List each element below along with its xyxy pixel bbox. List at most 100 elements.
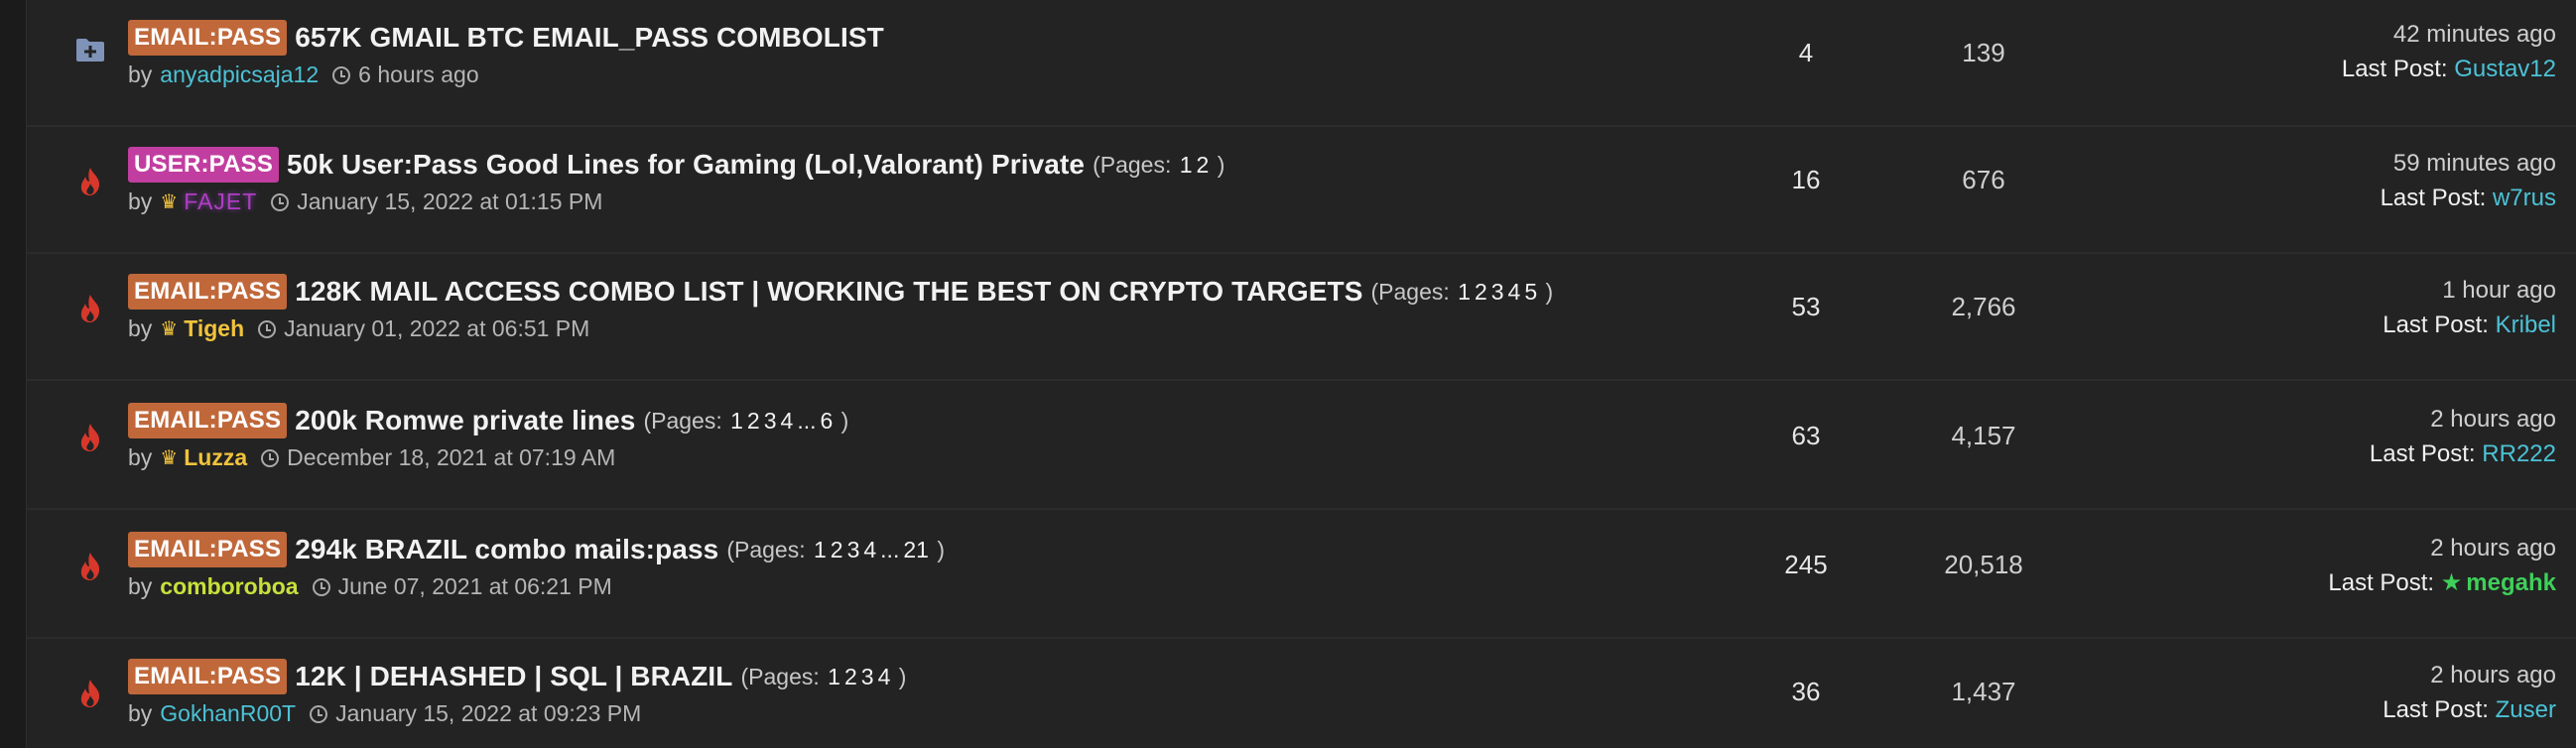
page-link[interactable]: 4 <box>878 664 891 689</box>
last-post-time[interactable]: 2 hours ago <box>2370 403 2556 436</box>
last-post-label: Last Post: <box>2369 440 2476 467</box>
crown-icon: ♛ <box>160 447 179 469</box>
thread-row[interactable]: EMAIL:PASS 657K GMAIL BTC EMAIL_PASS COM… <box>26 0 2576 127</box>
page-link[interactable]: 4 <box>863 537 876 562</box>
page-link[interactable]: 2 <box>831 537 843 562</box>
pages-label: (Pages: <box>1370 278 1450 305</box>
by-label: by <box>128 444 153 470</box>
crown-icon: ♛ <box>160 191 179 213</box>
thread-title-link[interactable]: 657K GMAIL BTC EMAIL_PASS COMBOLIST <box>295 22 884 54</box>
page-link[interactable]: 2 <box>1475 279 1487 305</box>
page-link[interactable]: 3 <box>847 537 860 562</box>
author-link[interactable]: GokhanR00T <box>160 700 296 727</box>
author-link[interactable]: comboroboa <box>160 573 298 600</box>
last-post-user-link[interactable]: Kribel <box>2496 312 2556 338</box>
last-post-label: Last Post: <box>2328 569 2435 596</box>
fire-icon <box>48 423 133 452</box>
replies-count: 245 <box>1784 550 1828 579</box>
replies-count: 53 <box>1791 292 1821 321</box>
pages-label: (Pages: <box>740 663 820 689</box>
author-link[interactable]: FAJET <box>184 188 257 215</box>
last-post-time[interactable]: 2 hours ago <box>2383 659 2556 692</box>
thread-title-link[interactable]: 294k BRAZIL combo mails:pass <box>295 534 718 565</box>
thread-date: January 15, 2022 at 09:23 PM <box>335 700 642 726</box>
page-link[interactable]: 4 <box>781 408 794 434</box>
thread-row[interactable]: USER:PASS 50k User:Pass Good Lines for G… <box>26 127 2576 254</box>
pages-label: (Pages: <box>1093 151 1172 178</box>
page-link[interactable]: 1 <box>828 664 840 689</box>
author-link[interactable]: anyadpicsaja12 <box>160 62 319 88</box>
thread-row[interactable]: EMAIL:PASS 12K | DEHASHED | SQL | BRAZIL… <box>26 639 2576 748</box>
folder-plus-icon <box>48 37 133 62</box>
pagination: (Pages: 1234 ) <box>741 664 907 690</box>
clock-icon <box>261 448 280 467</box>
last-post-user-link[interactable]: Zuser <box>2496 696 2556 723</box>
page-link[interactable]: 1 <box>1180 152 1193 178</box>
fire-icon <box>48 679 133 708</box>
page-link[interactable]: 3 <box>1491 279 1504 305</box>
thread-list: EMAIL:PASS 657K GMAIL BTC EMAIL_PASS COM… <box>0 0 2576 748</box>
left-rail <box>0 0 27 748</box>
pages-close: ) <box>898 663 907 689</box>
replies-count: 4 <box>1798 38 1814 67</box>
last-post-time[interactable]: 59 minutes ago <box>2381 147 2556 181</box>
pages-label: (Pages: <box>643 407 722 434</box>
author-link[interactable]: Tigeh <box>184 315 244 342</box>
last-post-time[interactable]: 1 hour ago <box>2383 274 2556 308</box>
page-link[interactable]: 1 <box>814 537 827 562</box>
last-post-user-link[interactable]: w7rus <box>2493 185 2556 211</box>
clock-icon <box>271 192 290 211</box>
page-link[interactable]: 4 <box>1508 279 1521 305</box>
thread-title-link[interactable]: 128K MAIL ACCESS COMBO LIST | WORKING TH… <box>295 276 1362 308</box>
page-link[interactable]: 21 <box>903 537 929 562</box>
thread-title-link[interactable]: 200k Romwe private lines <box>295 405 635 436</box>
last-post-time[interactable]: 42 minutes ago <box>2342 18 2556 52</box>
thread-prefix-badge[interactable]: EMAIL:PASS <box>128 659 288 694</box>
thread-prefix-badge[interactable]: EMAIL:PASS <box>128 532 288 567</box>
page-link[interactable]: 2 <box>1197 152 1210 178</box>
views-count: 1,437 <box>1951 677 2016 706</box>
crown-icon: ♛ <box>160 318 179 340</box>
clock-icon <box>258 319 277 338</box>
thread-row[interactable]: EMAIL:PASS 200k Romwe private lines (Pag… <box>26 383 2576 510</box>
pages-close: ) <box>1217 151 1225 178</box>
pages-close: ) <box>840 407 849 434</box>
clock-icon <box>312 577 330 596</box>
page-link[interactable]: 1 <box>1458 279 1471 305</box>
thread-row[interactable]: EMAIL:PASS 294k BRAZIL combo mails:pass … <box>26 512 2576 639</box>
pagination: (Pages: 12345 ) <box>1370 279 1553 306</box>
page-link[interactable]: 2 <box>844 664 857 689</box>
thread-prefix-badge[interactable]: EMAIL:PASS <box>128 403 288 438</box>
pages-close: ) <box>937 536 945 562</box>
page-link[interactable]: 3 <box>764 408 777 434</box>
thread-title-link[interactable]: 12K | DEHASHED | SQL | BRAZIL <box>295 661 732 692</box>
page-link[interactable]: 5 <box>1524 279 1537 305</box>
last-post-info: 2 hours ago Last Post: RR222 <box>2370 403 2556 472</box>
by-label: by <box>128 188 153 214</box>
last-post-user-link[interactable]: Gustav12 <box>2454 56 2556 82</box>
pagination: (Pages: 1 2 3 4... 6 ) <box>643 408 848 435</box>
pages-label: (Pages: <box>726 536 806 562</box>
thread-date: January 15, 2022 at 01:15 PM <box>297 188 603 214</box>
author-link[interactable]: Luzza <box>184 444 247 471</box>
last-post-label: Last Post: <box>2341 56 2448 82</box>
page-ellipsis: ... <box>797 407 817 434</box>
page-link[interactable]: 3 <box>861 664 874 689</box>
thread-prefix-badge[interactable]: USER:PASS <box>128 147 280 183</box>
page-link[interactable]: 1 <box>730 408 743 434</box>
last-post-info: 2 hours ago Last Post: ★ megahk <box>2328 532 2556 601</box>
thread-date: June 07, 2021 at 06:21 PM <box>337 573 612 599</box>
page-ellipsis: ... <box>880 536 900 562</box>
thread-title-link[interactable]: 50k User:Pass Good Lines for Gaming (Lol… <box>287 149 1085 181</box>
views-count: 2,766 <box>1951 292 2016 321</box>
fire-icon <box>48 167 133 196</box>
last-post-user-link[interactable]: RR222 <box>2482 440 2556 467</box>
thread-prefix-badge[interactable]: EMAIL:PASS <box>128 20 288 56</box>
thread-prefix-badge[interactable]: EMAIL:PASS <box>128 274 288 310</box>
pagination: (Pages: 12 ) <box>1093 152 1224 179</box>
last-post-user-link[interactable]: megahk <box>2466 569 2556 596</box>
page-link[interactable]: 6 <box>820 408 833 434</box>
thread-row[interactable]: EMAIL:PASS 128K MAIL ACCESS COMBO LIST |… <box>26 254 2576 381</box>
page-link[interactable]: 2 <box>747 408 760 434</box>
last-post-time[interactable]: 2 hours ago <box>2328 532 2556 565</box>
